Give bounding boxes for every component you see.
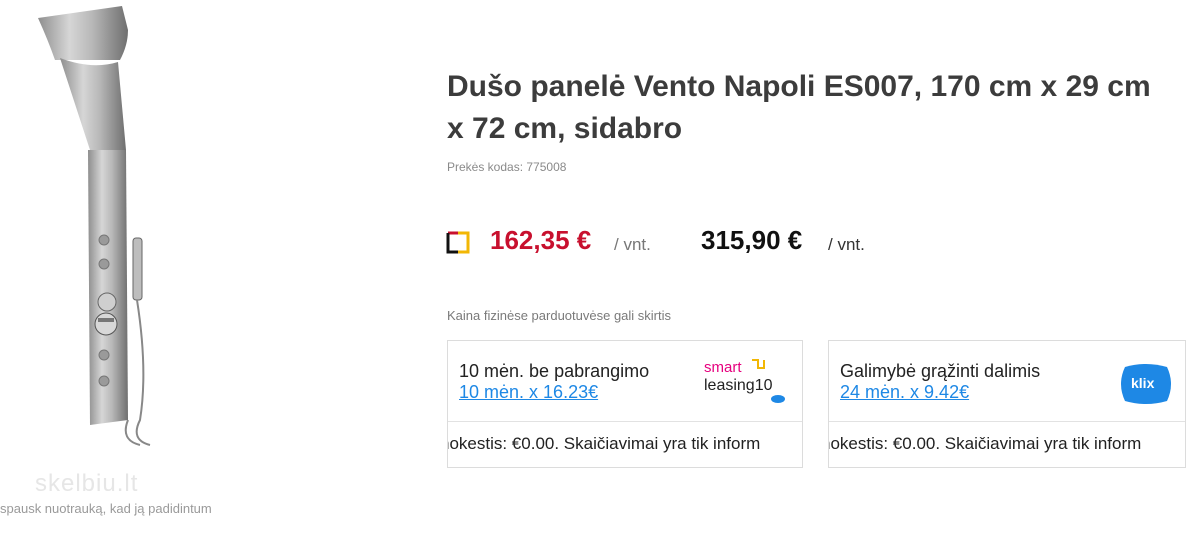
price-row: 162,35 € / vnt. 315,90 € / vnt. [446, 225, 1146, 261]
financing-card-header: Galimybė grąžinti dalimis 24 mėn. x 9.42… [829, 341, 1185, 422]
sale-price: 162,35 € [490, 225, 592, 255]
financing-ticker: nokestis: €0.00. Skaičiavimai yra tik in… [448, 434, 761, 453]
regular-price-unit: / vnt. [828, 235, 865, 254]
sale-price-unit: / vnt. [614, 235, 651, 254]
financing-ticker-area: nokestis: €0.00. Skaičiavimai yra tik in… [448, 422, 802, 467]
financing-calc-link[interactable]: 10 mėn. x 16.23€ [459, 382, 598, 403]
financing-title: 10 mėn. be pabrangimo [459, 361, 650, 381]
svg-text:smart: smart [704, 359, 742, 376]
financing-card-smart-leasing[interactable]: 10 mėn. be pabrangimo 10 mėn. x 16.23€ s… [447, 340, 803, 468]
klix-logo: klix [1117, 361, 1175, 407]
regular-price: 315,90 € [701, 225, 803, 255]
financing-title: Galimybė grąžinti dalimis [840, 361, 1041, 381]
financing-card-klix[interactable]: Galimybė grąžinti dalimis 24 mėn. x 9.42… [828, 340, 1186, 468]
shower-panel-image[interactable] [0, 0, 290, 541]
financing-ticker-area: nokestis: €0.00. Skaičiavimai yra tik in… [829, 422, 1185, 467]
watermark: skelbiu.lt [35, 470, 139, 497]
financing-card-header: 10 mėn. be pabrangimo 10 mėn. x 16.23€ s… [448, 341, 802, 422]
financing-calc-link[interactable]: 24 mėn. x 9.42€ [840, 382, 969, 403]
price-note: Kaina fizinėse parduotuvėse gali skirtis [447, 308, 672, 323]
product-image[interactable]: skelbiu.lt spausk nuotrauką, kad ją padi… [0, 0, 290, 541]
zoom-hint: spausk nuotrauką, kad ją padidintum [0, 501, 212, 516]
smart-leasing-logo: smart leasing10 [700, 355, 796, 405]
svg-text:klix: klix [1131, 375, 1155, 391]
product-title: Dušo panelė Vento Napoli ES007, 170 cm x… [447, 70, 1151, 145]
loyalty-card-icon [446, 230, 470, 254]
financing-ticker: nokestis: €0.00. Skaičiavimai yra tik in… [829, 434, 1142, 453]
svg-text:leasing10: leasing10 [704, 377, 773, 394]
product-sku: Prekės kodas: 775008 [447, 160, 567, 174]
